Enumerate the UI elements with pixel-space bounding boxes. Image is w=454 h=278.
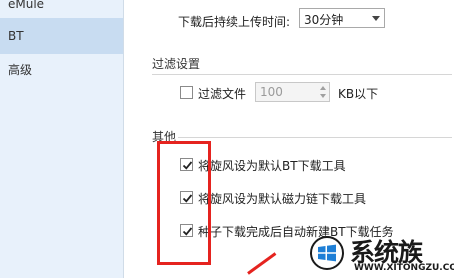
filter-size-unit: KB以下 — [338, 87, 379, 101]
filter-file-checkbox[interactable] — [180, 86, 193, 99]
filter-size-value: 100 — [260, 85, 283, 99]
sidebar-item-bt[interactable]: BT — [0, 18, 123, 54]
spin-up-icon — [320, 86, 326, 90]
annotation-highlight-box — [157, 141, 211, 265]
default-magnet-tool-label: 将旋风设为默认磁力链下载工具 — [198, 192, 367, 206]
default-bt-tool-label: 将旋风设为默认BT下载工具 — [198, 159, 346, 173]
upload-time-value: 30分钟 — [304, 13, 344, 27]
watermark-url: WWW.XITONGZU.COM — [354, 263, 454, 273]
upload-time-label: 下载后持续上传时间: — [178, 15, 291, 29]
filter-divider — [152, 74, 452, 75]
upload-time-select[interactable]: 30分钟 — [299, 8, 385, 28]
sidebar: eMule BT 高级 — [0, 0, 124, 278]
sidebar-item-advanced[interactable]: 高级 — [0, 52, 123, 88]
other-divider — [178, 137, 452, 138]
spin-down-icon — [320, 94, 326, 98]
filter-file-label: 过滤文件 — [198, 87, 247, 101]
windows-logo-icon — [310, 236, 344, 270]
watermark: 系统族 WWW.XITONGZU.COM — [306, 232, 454, 278]
filter-section-title: 过滤设置 — [152, 57, 201, 71]
chevron-down-icon — [372, 16, 380, 21]
filter-size-spinner[interactable]: 100 — [255, 82, 330, 102]
